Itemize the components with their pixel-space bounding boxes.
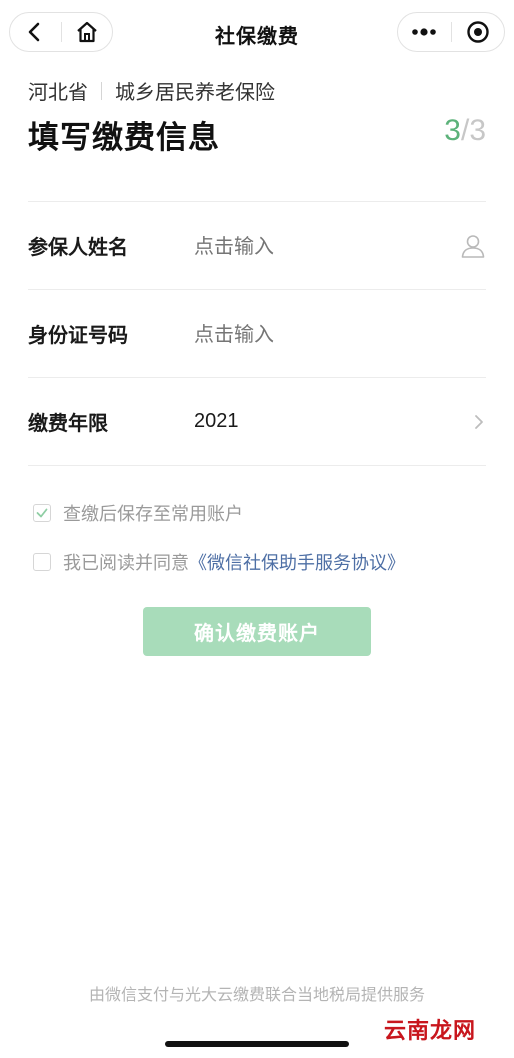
person-icon [461, 234, 485, 258]
payment-info-form: 参保人姓名 身份证号码 缴费年限 2021 [28, 201, 486, 466]
breadcrumb-province: 河北省 [28, 80, 88, 104]
name-input[interactable] [194, 233, 458, 258]
target-circle-icon [467, 21, 489, 43]
contact-picker-button[interactable] [458, 232, 486, 260]
save-account-option[interactable]: 查缴后保存至常用账户 [33, 500, 243, 526]
close-miniprogram-button[interactable] [452, 13, 505, 51]
nav-left-capsule [9, 12, 113, 52]
id-number-row: 身份证号码 [28, 290, 486, 378]
step-current: 3 [444, 114, 461, 147]
name-row: 参保人姓名 [28, 202, 486, 290]
payment-year-chevron [458, 408, 486, 436]
breadcrumb-insurance-type: 城乡居民养老保险 [115, 80, 275, 104]
agreement-link[interactable]: 《微信社保助手服务协议》 [189, 549, 405, 575]
checkmark-icon [36, 508, 48, 518]
breadcrumb-divider [101, 81, 102, 100]
id-number-input[interactable] [194, 321, 486, 346]
step-indicator: 3/3 [444, 114, 486, 148]
more-dots-icon [412, 28, 437, 36]
back-button[interactable] [10, 13, 61, 51]
id-number-label: 身份证号码 [28, 323, 128, 347]
chevron-right-icon [475, 414, 483, 429]
chevron-left-icon [28, 22, 40, 42]
name-label: 参保人姓名 [28, 235, 128, 259]
payment-year-value[interactable]: 2021 [194, 410, 458, 433]
agreement-option[interactable]: 我已阅读并同意 《微信社保助手服务协议》 [33, 549, 405, 575]
step-total: 3 [469, 114, 486, 147]
home-icon [77, 21, 97, 43]
breadcrumb: 河北省 城乡居民养老保险 [28, 76, 275, 105]
save-account-label: 查缴后保存至常用账户 [63, 504, 243, 525]
watermark: 云南龙网 [383, 1018, 476, 1044]
home-indicator [165, 1041, 349, 1047]
navigation-bar: 社保缴费 [0, 0, 514, 66]
confirm-payment-account-button[interactable]: 确认缴费账户 [143, 607, 371, 656]
more-button[interactable] [398, 13, 451, 51]
home-button[interactable] [62, 13, 113, 51]
agreement-checkbox[interactable] [33, 553, 51, 571]
page-title: 填写缴费信息 [28, 120, 220, 156]
save-account-checkbox[interactable] [33, 504, 51, 522]
footer-note: 由微信支付与光大云缴费联合当地税局提供服务 [88, 985, 425, 1004]
agreement-prefix: 我已阅读并同意 [63, 553, 189, 574]
payment-year-label: 缴费年限 [28, 411, 108, 435]
payment-year-row[interactable]: 缴费年限 2021 [28, 378, 486, 466]
nav-right-capsule [397, 12, 505, 52]
